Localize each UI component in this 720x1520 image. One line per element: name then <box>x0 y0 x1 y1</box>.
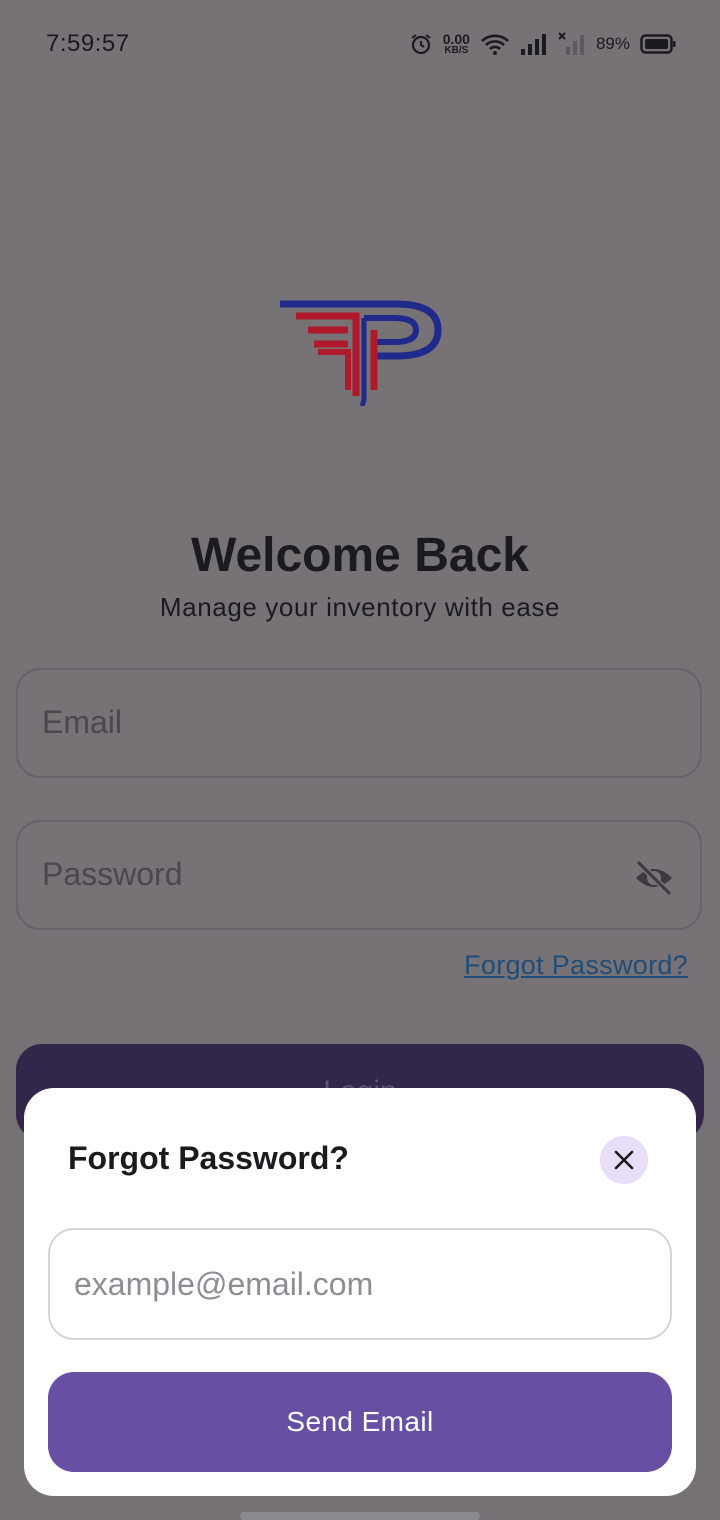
signal-icon <box>520 34 546 55</box>
close-button[interactable] <box>600 1136 648 1184</box>
reset-email-placeholder: example@email.com <box>74 1266 374 1302</box>
close-icon <box>614 1150 634 1170</box>
app-logo <box>280 300 442 406</box>
home-indicator[interactable] <box>240 1512 480 1520</box>
wifi-icon <box>481 34 509 55</box>
page-title: Welcome Back <box>191 529 529 582</box>
page-subtitle: Manage your inventory with ease <box>159 592 561 622</box>
send-email-button[interactable]: Send Email <box>48 1372 672 1472</box>
net-speed-value: 0.00 <box>442 31 470 47</box>
alarm-icon <box>411 34 431 55</box>
no-signal-icon <box>558 32 584 55</box>
password-field[interactable]: Password <box>16 820 702 930</box>
status-icons: 0.00 KB/S 89% <box>409 28 676 60</box>
forgot-password-dialog: Forgot Password? example@email.com Send … <box>24 1088 696 1496</box>
net-speed: 0.00 KB/S <box>443 32 470 56</box>
battery-percent: 89% <box>595 34 630 53</box>
forgot-password-link[interactable]: Forgot Password? <box>464 950 688 981</box>
email-field[interactable]: Email <box>16 668 702 778</box>
status-time: 7:59:57 <box>46 30 130 57</box>
status-bar: 7:59:57 0.00 KB/S 89% <box>0 0 720 88</box>
email-placeholder: Email <box>42 704 123 740</box>
net-speed-unit: KB/S <box>444 45 469 56</box>
reset-email-input[interactable]: example@email.com <box>48 1228 672 1340</box>
password-placeholder: Password <box>42 856 183 892</box>
visibility-off-icon[interactable] <box>634 860 674 896</box>
dialog-title: Forgot Password? <box>68 1140 349 1176</box>
battery-icon <box>640 34 676 54</box>
